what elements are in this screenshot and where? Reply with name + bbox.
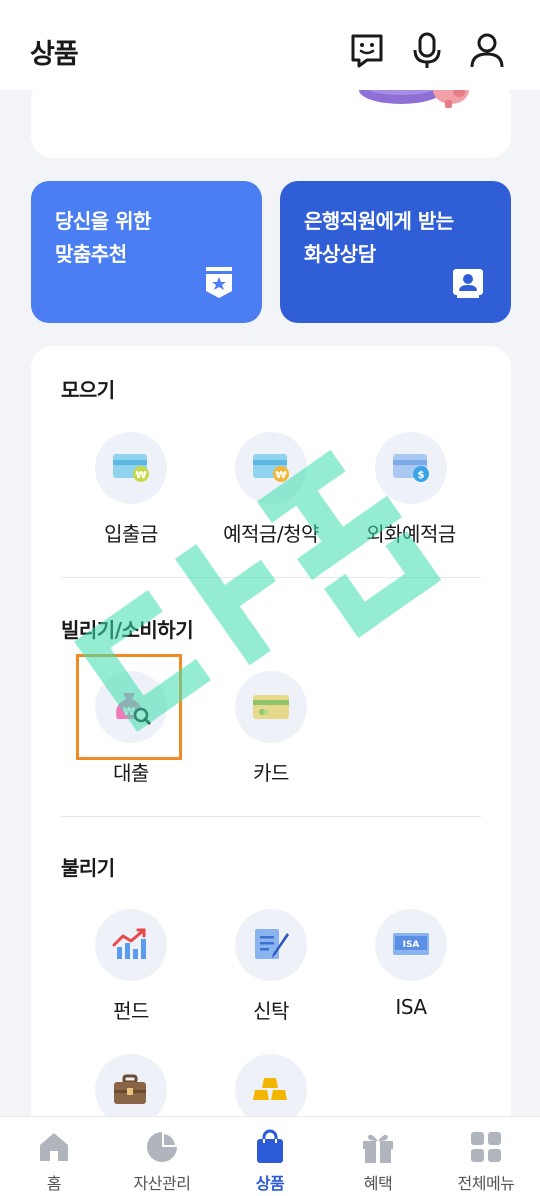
- section-divider: [61, 577, 481, 578]
- products-card: 모으기 ₩ 입출금 ₩ 예적금/청약 $ 외화예적금 빌리기/소비하기 ₩ 대출…: [31, 346, 511, 1146]
- item-icon-circle: [235, 909, 307, 981]
- tab-home[interactable]: 홈: [0, 1117, 108, 1196]
- star-badge-icon: [206, 267, 232, 298]
- tab-label: 상품: [255, 1174, 285, 1193]
- shopping-bag-icon: [257, 1129, 283, 1163]
- briefcase-icon: [114, 1074, 146, 1104]
- promo-video-line1: 은행직원에게 받는: [304, 209, 454, 233]
- isa-card-icon: ISA: [393, 933, 429, 955]
- tab-all-menu[interactable]: 전체메뉴: [432, 1117, 540, 1196]
- svg-text:₩: ₩: [275, 470, 286, 481]
- tab-products[interactable]: 상품: [216, 1117, 324, 1196]
- tab-label: 혜택: [363, 1174, 393, 1193]
- tab-label: 홈: [46, 1174, 62, 1193]
- promo-recommend-text: 당신을 위한 맞춤추천: [55, 205, 151, 271]
- item-label: 대출: [113, 761, 149, 785]
- item-icon-circle: [95, 909, 167, 981]
- home-icon: [40, 1133, 68, 1161]
- tab-asset-management[interactable]: 자산관리: [108, 1117, 216, 1196]
- item-label: 외화예적금: [366, 522, 456, 546]
- section-title-grow: 불리기: [61, 856, 115, 880]
- pie-chart-icon: [147, 1132, 177, 1162]
- bankbook-won-icon: ₩: [113, 454, 149, 482]
- item-icon-circle: $: [375, 432, 447, 504]
- app-header: 상품: [0, 0, 540, 90]
- product-item-savings[interactable]: ₩ 예적금/청약: [201, 432, 341, 547]
- card-icon: [253, 695, 289, 719]
- user-icon[interactable]: [467, 30, 507, 70]
- item-icon-circle: ₩: [95, 432, 167, 504]
- section-title-borrow: 빌리기/소비하기: [61, 618, 194, 642]
- tab-label: 전체메뉴: [457, 1174, 515, 1193]
- svg-text:₩: ₩: [135, 470, 146, 481]
- product-item-deposit-withdraw[interactable]: ₩ 입출금: [61, 432, 201, 547]
- chatbot-icon[interactable]: [347, 30, 387, 70]
- promo-video-line2: 화상상담: [304, 242, 376, 266]
- item-icon-circle: ₩: [235, 432, 307, 504]
- product-item-trust[interactable]: 신탁: [201, 909, 341, 1024]
- item-label: 카드: [253, 761, 289, 785]
- product-item-foreign-deposit[interactable]: $ 외화예적금: [341, 432, 481, 547]
- section-title-save: 모으기: [61, 378, 115, 402]
- page-title: 상품: [30, 39, 79, 70]
- item-label: 예적금/청약: [223, 522, 319, 546]
- promo-recommend-line2: 맞춤추천: [55, 242, 127, 266]
- microphone-icon[interactable]: [407, 30, 447, 70]
- svg-text:ISA: ISA: [403, 940, 420, 950]
- video-consult-icon: [453, 269, 483, 298]
- gold-bars-icon: [253, 1078, 287, 1100]
- item-label: ISA: [395, 995, 427, 1019]
- banner-card[interactable]: [31, 78, 511, 158]
- tab-benefits[interactable]: 혜택: [324, 1117, 432, 1196]
- product-item-fund[interactable]: 펀드: [61, 909, 201, 1024]
- item-label: 신탁: [253, 999, 289, 1023]
- product-item-card[interactable]: 카드: [201, 671, 341, 786]
- item-label: 펀드: [113, 999, 149, 1023]
- item-label: 입출금: [104, 522, 158, 546]
- tab-label: 자산관리: [133, 1174, 191, 1193]
- item-icon-circle: ISA: [375, 909, 447, 981]
- grid-menu-icon: [471, 1132, 501, 1162]
- gift-icon: [363, 1134, 393, 1163]
- promo-video-text: 은행직원에게 받는 화상상담: [304, 205, 454, 271]
- promo-recommend-card[interactable]: 당신을 위한 맞춤추천: [31, 181, 262, 323]
- product-item-isa[interactable]: ISA ISA: [341, 909, 481, 1019]
- bottom-tab-bar: 홈 자산관리 상품 혜택 전체메뉴: [0, 1116, 540, 1196]
- savings-won-icon: ₩: [253, 454, 289, 482]
- fund-chart-icon: [112, 928, 146, 959]
- svg-text:$: $: [418, 470, 425, 481]
- foreign-deposit-dollar-icon: $: [393, 454, 429, 482]
- trust-document-icon: [255, 929, 289, 959]
- promo-recommend-line1: 당신을 위한: [55, 209, 151, 233]
- item-icon-circle: [235, 671, 307, 743]
- selection-highlight-box: [76, 654, 182, 760]
- promo-video-consult-card[interactable]: 은행직원에게 받는 화상상담: [280, 181, 511, 323]
- section-divider: [61, 816, 481, 817]
